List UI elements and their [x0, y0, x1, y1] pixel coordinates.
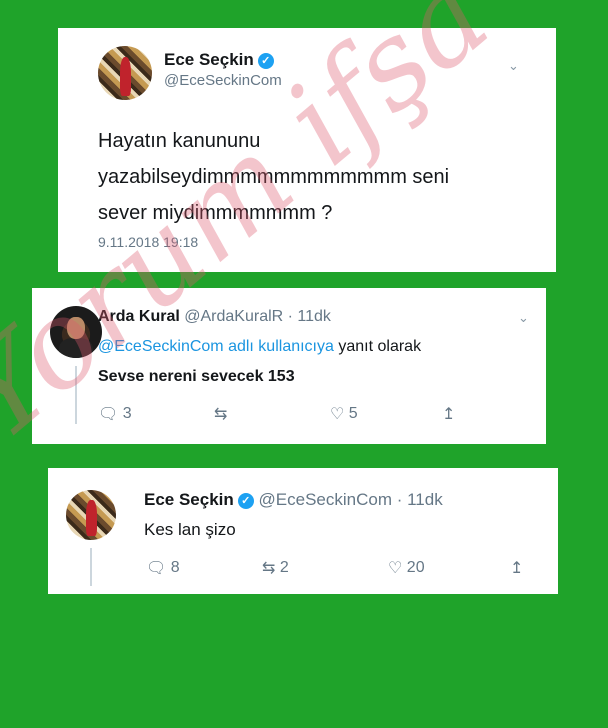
tweet-text-line-1: Hayatın kanununu — [98, 130, 261, 152]
thread-line — [90, 548, 92, 586]
retweet-icon: ⇆ — [262, 560, 276, 577]
author-name[interactable]: Ece Seçkin ✓ — [164, 50, 274, 70]
author-name[interactable]: Ece Seçkin — [144, 490, 234, 509]
author-handle[interactable]: @EceSeckinCom — [164, 72, 282, 89]
tweet-card-2: Arda Kural @ArdaKuralR · 11dk ⌄ @EceSeck… — [32, 288, 546, 444]
tweet-text-line-3: sever miydimmmmmmm ? — [98, 202, 333, 224]
author-name[interactable]: Arda Kural — [98, 308, 180, 325]
reply-context: @EceSeckinCom adlı kullanıcıya yanıt ola… — [98, 338, 422, 355]
retweet-icon: ⇆ — [214, 406, 228, 423]
chevron-down-icon[interactable]: ⌄ — [518, 310, 529, 326]
share-button[interactable]: ↥ — [510, 558, 523, 578]
reply-icon: 🗨 — [98, 406, 119, 423]
like-icon: ♡ — [330, 406, 345, 423]
avatar[interactable] — [98, 46, 152, 100]
like-icon: ♡ — [388, 560, 403, 577]
reply-button[interactable]: 🗨 8 — [146, 558, 180, 578]
share-button[interactable]: ↥ — [442, 404, 455, 424]
retweet-button[interactable]: ⇆ 2 — [262, 558, 289, 578]
like-count: 20 — [406, 559, 425, 576]
like-count: 5 — [348, 405, 358, 422]
tweet-card-3: Ece Seçkin ✓ @EceSeckinCom · 11dk Kes lan… — [48, 468, 558, 594]
tweet-text-line-2: yazabilseydimmmmmmmmmmmm seni — [98, 166, 450, 188]
reply-mention-link[interactable]: @EceSeckinCom adlı kullanıcıya — [98, 338, 334, 355]
reply-count: 3 — [122, 405, 132, 422]
author-handle[interactable]: @EceSeckinCom · 11dk — [259, 490, 443, 509]
reply-button[interactable]: 🗨 3 — [98, 404, 132, 424]
tweet-timestamp[interactable]: 9.11.2018 19:18 — [98, 234, 198, 250]
author-line: Ece Seçkin ✓ @EceSeckinCom · 11dk — [144, 490, 443, 510]
share-icon: ↥ — [442, 406, 456, 423]
tweet-text: Kes lan şizo — [144, 520, 236, 539]
verified-badge-icon: ✓ — [237, 492, 254, 509]
author-line: Arda Kural @ArdaKuralR · 11dk — [98, 308, 331, 326]
tweet-text: Sevse nereni sevecek 153 — [98, 368, 295, 385]
like-button[interactable]: ♡ 20 — [388, 558, 425, 578]
share-icon: ↥ — [510, 560, 524, 577]
author-handle[interactable]: @ArdaKuralR · 11dk — [184, 308, 331, 325]
reply-icon: 🗨 — [146, 560, 167, 577]
like-button[interactable]: ♡ 5 — [330, 404, 358, 424]
tweet-card-1: Ece Seçkin ✓ @EceSeckinCom ⌄ Hayatın kanu… — [58, 28, 556, 272]
verified-badge-icon: ✓ — [257, 52, 274, 69]
thread-line — [75, 366, 77, 424]
retweet-count: 2 — [279, 559, 289, 576]
avatar[interactable] — [66, 490, 116, 540]
retweet-button[interactable]: ⇆ — [214, 404, 227, 424]
chevron-down-icon[interactable]: ⌄ — [508, 58, 519, 74]
avatar[interactable] — [50, 306, 102, 358]
reply-count: 8 — [170, 559, 180, 576]
